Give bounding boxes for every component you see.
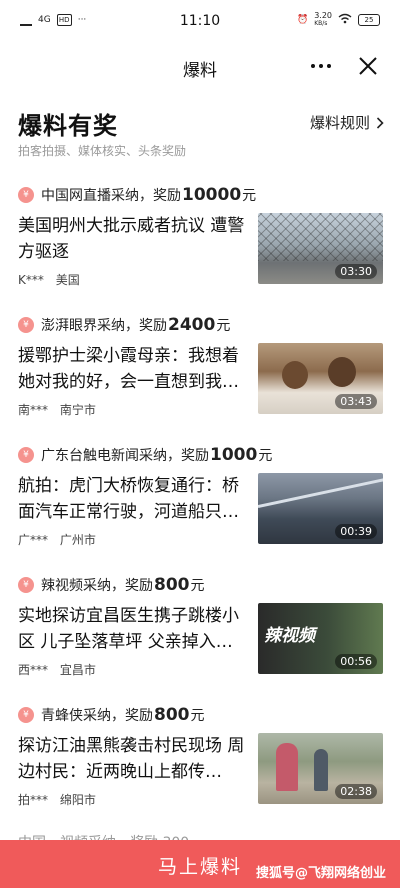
close-icon[interactable] <box>354 52 382 80</box>
reward-source: 青蜂侠采纳，奖励 <box>41 708 153 724</box>
item-location: 广州市 <box>59 533 96 547</box>
page-title: 爆料有奖 <box>18 112 118 140</box>
item-headline[interactable]: 美国明州大批示威者抗议 遭警方驱逐 <box>18 213 250 265</box>
video-thumbnail[interactable]: 辣视频 00:56 <box>258 603 383 674</box>
chevron-right-icon <box>376 116 384 129</box>
item-location: 南宁市 <box>59 403 96 417</box>
list-item[interactable]: ¥ 广东台触电新闻采纳，奖励 1000 元 航拍：虎门大桥恢复通行：桥面汽车正常… <box>0 443 400 573</box>
item-location: 宜昌市 <box>59 663 96 677</box>
status-right: ⏰ 3.20 KB/s 25 <box>297 12 380 28</box>
item-headline[interactable]: 航拍：虎门大桥恢复通行：桥面汽车正常行驶，河道船只… <box>18 473 250 525</box>
list-item[interactable]: ¥ 澎湃眼界采纳，奖励 2400 元 援鄂护士梁小霞母亲：我想着她对我的好，会一… <box>0 313 400 443</box>
thumbnail-logo: 辣视频 <box>264 626 315 646</box>
video-thumbnail[interactable]: 02:38 <box>258 733 383 804</box>
thumbnail-image <box>258 475 383 508</box>
yen-icon: ¥ <box>18 577 34 593</box>
video-thumbnail[interactable]: 03:43 <box>258 343 383 414</box>
rules-link-label[interactable]: 爆料规则 <box>310 112 370 133</box>
rules-link[interactable]: 爆料规则 <box>310 112 384 133</box>
reward-line: ¥ 广东台触电新闻采纳，奖励 1000 元 <box>18 443 272 467</box>
thumbnail-image <box>282 361 308 389</box>
wifi-icon <box>338 13 352 27</box>
item-meta: 广*** 广州市 <box>18 531 96 548</box>
thumbnail-image <box>276 743 298 791</box>
video-duration: 00:56 <box>335 654 377 669</box>
alarm-icon: ⏰ <box>296 15 309 25</box>
item-meta: 西*** 宜昌市 <box>18 661 96 678</box>
reward-line: ¥ 澎湃眼界采纳，奖励 2400 元 <box>18 313 230 337</box>
list-item[interactable]: ¥ 青蜂侠采纳，奖励 800 元 探访江油黑熊袭击村民现场 周边村民：近两晚山上… <box>0 703 400 833</box>
item-author: 西*** <box>18 663 49 677</box>
yen-icon: ¥ <box>18 187 34 203</box>
watermark: 搜狐号@飞翔网络创业 <box>255 866 386 881</box>
video-duration: 03:43 <box>335 394 377 409</box>
item-author: 南*** <box>18 403 49 417</box>
yen-icon: ¥ <box>18 317 34 333</box>
video-duration: 02:38 <box>335 784 377 799</box>
reward-source: 澎湃眼界采纳，奖励 <box>41 318 167 334</box>
item-headline[interactable]: 援鄂护士梁小霞母亲：我想着她对我的好，会一直想到我… <box>18 343 250 395</box>
reward-unit: 元 <box>216 318 231 334</box>
item-location: 绵阳市 <box>59 793 96 807</box>
net-speed-value: 3.20 <box>314 11 332 20</box>
item-meta: 南*** 南宁市 <box>18 401 96 418</box>
reward-source: 中国网直播采纳，奖励 <box>41 188 181 204</box>
reward-amount: 2400 <box>168 315 216 335</box>
net-speed-unit: KB/s <box>314 20 328 27</box>
more-dots-icon[interactable] <box>304 52 338 80</box>
reward-amount: 800 <box>154 705 190 725</box>
net-speed: 3.20 KB/s <box>314 12 332 28</box>
reward-source: 辣视频采纳，奖励 <box>41 578 153 594</box>
item-headline[interactable]: 探访江油黑熊袭击村民现场 周边村民：近两晚山上都传… <box>18 733 250 785</box>
reward-amount: 1000 <box>210 445 258 465</box>
item-meta: 拍*** 绵阳市 <box>18 791 96 808</box>
item-author: 广*** <box>18 533 49 547</box>
yen-icon: ¥ <box>18 447 34 463</box>
video-thumbnail[interactable]: 03:30 <box>258 213 383 284</box>
video-duration: 00:39 <box>335 524 377 539</box>
item-author: K*** <box>18 273 44 287</box>
reward-amount: 10000 <box>182 185 242 205</box>
list-item[interactable]: ¥ 辣视频采纳，奖励 800 元 实地探访宜昌医生携子跳楼小区 儿子坠落草坪 父… <box>0 573 400 703</box>
battery-icon: 25 <box>358 14 380 26</box>
reward-amount: 800 <box>154 575 190 595</box>
reward-line: ¥ 辣视频采纳，奖励 800 元 <box>18 573 205 597</box>
reward-unit: 元 <box>190 578 205 594</box>
reward-unit: 元 <box>190 708 205 724</box>
thumbnail-image <box>314 749 328 791</box>
nav-bar: 爆料 <box>0 42 400 90</box>
reward-unit: 元 <box>258 448 273 464</box>
list-item[interactable]: ¥ 中国网直播采纳，奖励 10000 元 美国明州大批示威者抗议 遭警方驱逐 K… <box>0 183 400 313</box>
nav-title: 爆料 <box>183 61 217 81</box>
item-location: 美国 <box>55 273 80 287</box>
video-duration: 03:30 <box>335 264 377 279</box>
reward-source: 广东台触电新闻采纳，奖励 <box>41 448 209 464</box>
item-author: 拍*** <box>18 793 49 807</box>
yen-icon: ¥ <box>18 707 34 723</box>
item-headline[interactable]: 实地探访宜昌医生携子跳楼小区 儿子坠落草坪 父亲掉入… <box>18 603 250 655</box>
page-subtitle: 拍客拍摄、媒体核实、头条奖励 <box>18 144 187 158</box>
thumbnail-image <box>328 357 356 387</box>
reward-unit: 元 <box>242 188 257 204</box>
item-meta: K*** 美国 <box>18 271 80 288</box>
reward-line: ¥ 青蜂侠采纳，奖励 800 元 <box>18 703 205 727</box>
video-thumbnail[interactable]: 00:39 <box>258 473 383 544</box>
status-bar: 4G HD ··· 11:10 ⏰ 3.20 KB/s 25 <box>0 0 400 40</box>
thumbnail-image <box>258 213 383 261</box>
reward-line: ¥ 中国网直播采纳，奖励 10000 元 <box>18 183 256 207</box>
